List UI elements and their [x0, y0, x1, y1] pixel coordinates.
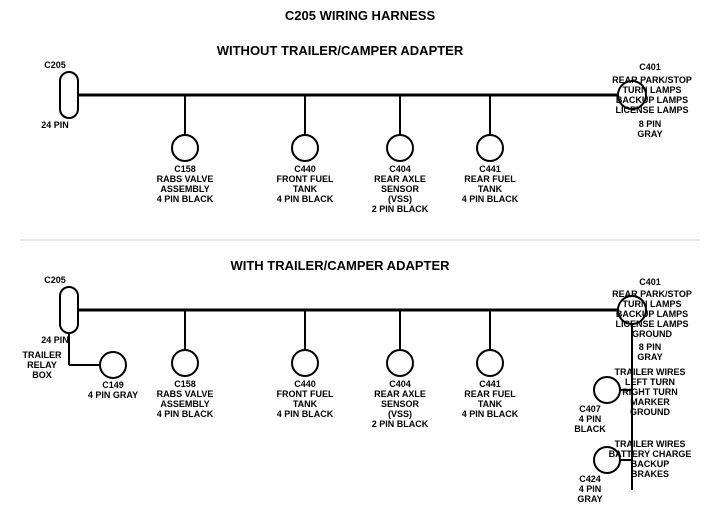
- s2-c407-desc2: LEFT TURN: [625, 377, 675, 387]
- s1-c404-id: C404: [389, 164, 411, 174]
- s2-c407-id: C407: [579, 404, 601, 414]
- s2-c407-desc4: MARKER: [630, 397, 670, 407]
- s2-c407-desc5: GROUND: [630, 407, 670, 417]
- s1-c404-desc4: 2 PIN BLACK: [372, 204, 429, 214]
- s2-right-desc2: TURN LAMPS: [623, 299, 682, 309]
- s2-c441-id: C441: [479, 379, 501, 389]
- s1-right-desc4: LICENSE LAMPS: [615, 105, 688, 115]
- s1-right-desc3: BACKUP LAMPS: [616, 95, 688, 105]
- s2-c158-id: C158: [174, 379, 196, 389]
- s2-c441-desc2: TANK: [478, 399, 503, 409]
- s2-c407-pins: 4 PIN: [579, 414, 602, 424]
- s1-right-desc2: TURN LAMPS: [623, 85, 682, 95]
- s2-c424-id: C424: [579, 474, 601, 484]
- s2-c404-desc3: (VSS): [388, 409, 412, 419]
- s2-c407-desc1: TRAILER WIRES: [615, 367, 686, 377]
- diagram: C205 WIRING HARNESS WITHOUT TRAILER/CAMP…: [0, 0, 720, 517]
- s2-c441-desc3: 4 PIN BLACK: [462, 409, 519, 419]
- s1-c441-id: C441: [479, 164, 501, 174]
- s2-c424-desc2: BATTERY CHARGE: [609, 449, 692, 459]
- s2-c407-color: BLACK: [574, 424, 606, 434]
- s2-c440-desc3: 4 PIN BLACK: [277, 409, 334, 419]
- s2-relay-label1: TRAILER: [23, 350, 62, 360]
- section2-title: WITH TRAILER/CAMPER ADAPTER: [230, 258, 450, 273]
- s1-left-pins: 24 PIN: [41, 120, 69, 130]
- s1-c440-desc1: FRONT FUEL: [277, 174, 334, 184]
- s2-c404-desc2: SENSOR: [381, 399, 420, 409]
- s2-c424-desc4: BRAKES: [631, 469, 669, 479]
- s1-right-id: C401: [639, 62, 661, 72]
- main-title: C205 WIRING HARNESS: [285, 8, 436, 23]
- s1-c441-desc3: 4 PIN BLACK: [462, 194, 519, 204]
- s2-c424-pins: 4 PIN: [579, 484, 602, 494]
- s2-c440-desc2: TANK: [293, 399, 318, 409]
- s2-c441-desc1: REAR FUEL: [464, 389, 516, 399]
- s2-right-desc3: BACKUP LAMPS: [616, 309, 688, 319]
- s1-c404-desc1: REAR AXLE: [374, 174, 426, 184]
- s2-left-id: C205: [44, 275, 66, 285]
- s2-c404-id: C404: [389, 379, 411, 389]
- s2-c149-pins: 4 PIN GRAY: [88, 390, 138, 400]
- s1-c440-desc3: 4 PIN BLACK: [277, 194, 334, 204]
- s1-c441-desc2: TANK: [478, 184, 503, 194]
- s2-c158-desc1: RABS VALVE: [157, 389, 214, 399]
- s1-right-desc1: REAR PARK/STOP: [612, 75, 692, 85]
- s2-c424-color: GRAY: [577, 494, 602, 504]
- section1-title: WITHOUT TRAILER/CAMPER ADAPTER: [217, 43, 464, 58]
- s2-c158-desc2: ASSEMBLY: [160, 399, 209, 409]
- s2-c440-desc1: FRONT FUEL: [277, 389, 334, 399]
- s1-left-id: C205: [44, 60, 66, 70]
- s2-c440-id: C440: [294, 379, 316, 389]
- s1-right-pins: 8 PIN: [639, 119, 662, 129]
- s1-c404-desc3: (VSS): [388, 194, 412, 204]
- s2-right-color: GRAY: [637, 352, 662, 362]
- s2-right-desc4: LICENSE LAMPS: [615, 319, 688, 329]
- s1-c440-id: C440: [294, 164, 316, 174]
- s1-c404-desc2: SENSOR: [381, 184, 420, 194]
- s1-c441-desc1: REAR FUEL: [464, 174, 516, 184]
- s2-c424-desc3: BACKUP: [631, 459, 670, 469]
- s2-right-pins: 8 PIN: [639, 342, 662, 352]
- s2-right-desc5: GROUND: [632, 329, 672, 339]
- s1-c440-desc2: TANK: [293, 184, 318, 194]
- s2-c407-desc3: RIGHT TURN: [622, 387, 678, 397]
- s2-c424-desc1: TRAILER WIRES: [615, 439, 686, 449]
- s2-c158-desc3: 4 PIN BLACK: [157, 409, 214, 419]
- s2-c404-desc1: REAR AXLE: [374, 389, 426, 399]
- s2-right-desc1: REAR PARK/STOP: [612, 289, 692, 299]
- s2-relay-label2: RELAY: [27, 360, 57, 370]
- s1-c158-desc3: 4 PIN BLACK: [157, 194, 214, 204]
- s2-relay-label3: BOX: [32, 370, 52, 380]
- s1-c158-desc1: RABS VALVE: [157, 174, 214, 184]
- s1-right-color: GRAY: [637, 129, 662, 139]
- s1-c158-id: C158: [174, 164, 196, 174]
- s2-right-id: C401: [639, 277, 661, 287]
- s2-c404-desc4: 2 PIN BLACK: [372, 419, 429, 429]
- s1-c158-desc2: ASSEMBLY: [160, 184, 209, 194]
- s2-c149-id: C149: [102, 380, 124, 390]
- s2-left-pins: 24 PIN: [41, 335, 69, 345]
